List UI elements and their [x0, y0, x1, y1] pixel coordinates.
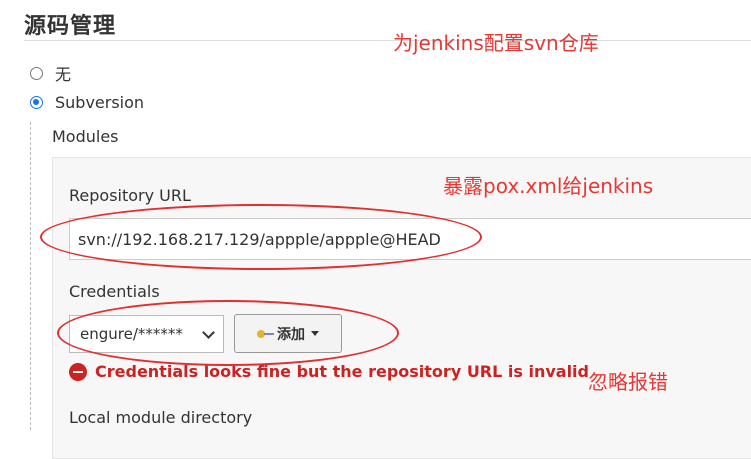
scm-option-none[interactable]: 无	[30, 61, 71, 85]
annotation-ellipse-credentials	[57, 300, 399, 366]
radio-none[interactable]	[30, 66, 43, 80]
credentials-error: Credentials looks fine but the repositor…	[69, 362, 589, 381]
section-title: 源码管理	[24, 14, 117, 39]
scm-option-subversion-label: Subversion	[55, 93, 145, 112]
error-icon	[69, 362, 87, 381]
title-divider	[24, 40, 751, 41]
annotation-bottom: 忽略报错	[588, 370, 668, 394]
modules-label: Modules	[52, 127, 119, 146]
repository-url-label: Repository URL	[69, 186, 191, 205]
error-message: Credentials looks fine but the repositor…	[95, 362, 589, 381]
credentials-label: Credentials	[69, 282, 160, 301]
radio-subversion[interactable]	[30, 96, 43, 109]
annotation-middle: 暴露pox.xml给jenkins	[443, 174, 654, 198]
annotation-top: 为jenkins配置svn仓库	[393, 31, 599, 55]
local-module-directory-label: Local module directory	[69, 408, 253, 427]
nesting-guide	[30, 122, 31, 430]
annotation-ellipse-url	[40, 204, 482, 270]
scm-option-subversion[interactable]: Subversion	[30, 93, 144, 112]
scm-option-none-label: 无	[55, 65, 72, 84]
